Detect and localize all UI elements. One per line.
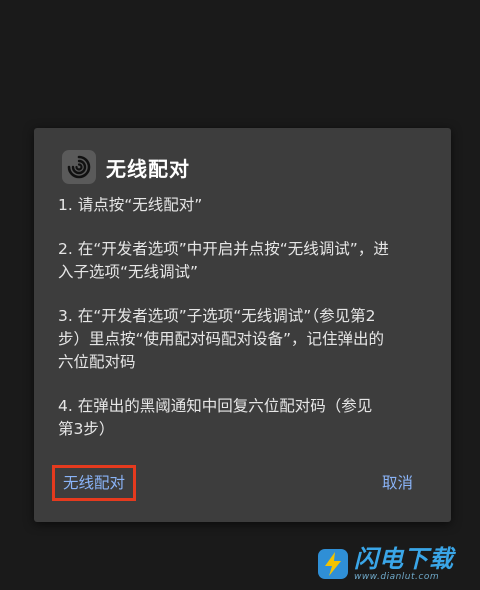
dialog-actions: 无线配对 取消: [34, 465, 451, 504]
instruction-step-4: 4. 在弹出的黑阈通知中回复六位配对码（参见 第3步）: [58, 397, 373, 438]
wireless-pair-button[interactable]: 无线配对: [52, 465, 137, 501]
site-watermark: 闪电下载 www.dianlut.com: [316, 546, 454, 582]
swirl-app-icon: [62, 150, 96, 184]
watermark-url: www.dianlut.com: [354, 572, 440, 582]
watermark-site-name: 闪电下载: [354, 545, 454, 573]
cancel-button[interactable]: 取消: [382, 472, 413, 494]
dialog-header: 无线配对: [62, 150, 190, 184]
lightning-logo-icon: [318, 549, 348, 579]
instructions: 1. 请点按“无线配对” 2. 在“开发者选项”中开启并点按“无线调试”，进 入…: [58, 194, 428, 462]
pairing-dialog: 无线配对 1. 请点按“无线配对” 2. 在“开发者选项”中开启并点按“无线调试…: [34, 128, 451, 522]
instruction-step-1: 1. 请点按“无线配对”: [58, 196, 203, 214]
dialog-title: 无线配对: [106, 156, 190, 181]
instruction-step-3: 3. 在“开发者选项”子选项“无线调试”（参见第2 步）里点按“使用配对码配对设…: [58, 307, 385, 371]
instruction-step-2: 2. 在“开发者选项”中开启并点按“无线调试”，进 入子选项“无线调试”: [58, 240, 389, 281]
